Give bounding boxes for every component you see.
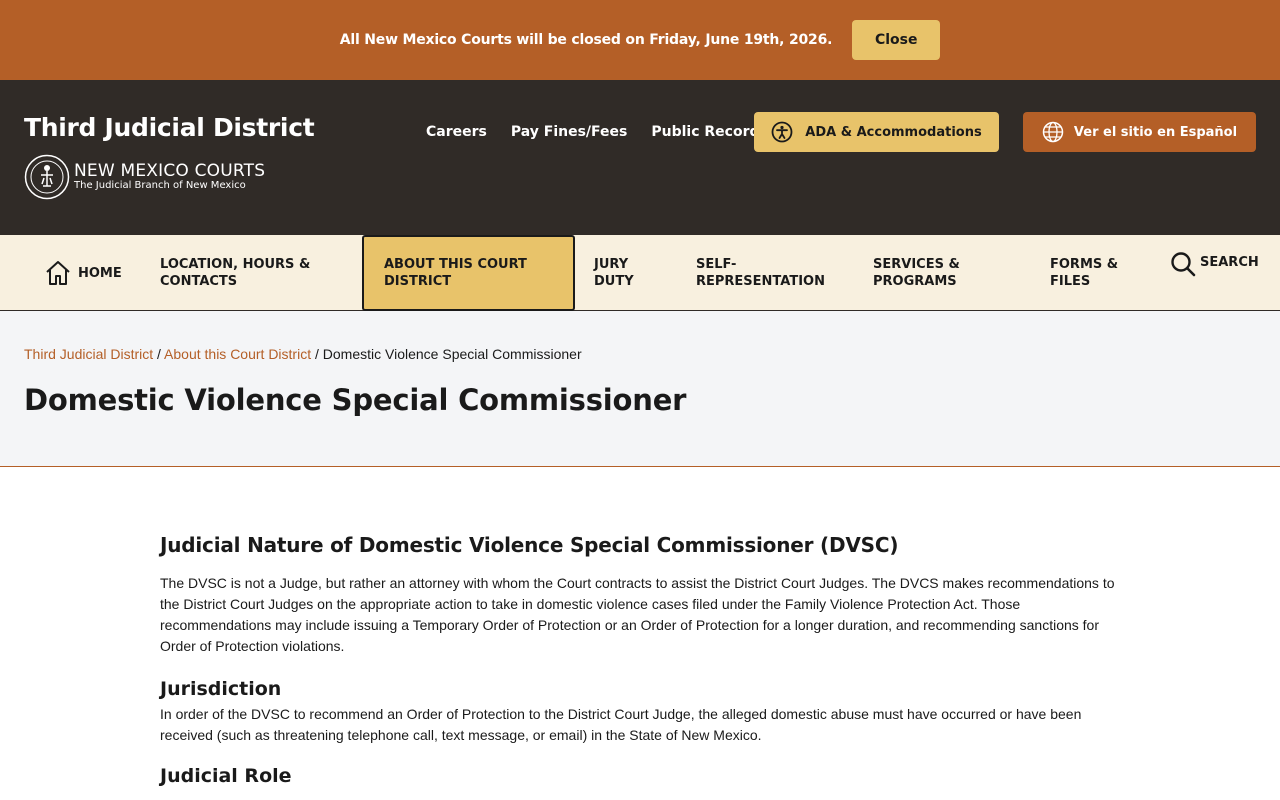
nav-self-representation[interactable]: SELF- REPRESENTATION — [696, 235, 825, 311]
logo-text-main: NEW MEXICO COURTS — [74, 161, 266, 181]
nav-location-line1: LOCATION, HOURS & — [160, 257, 311, 272]
main-content: Judicial Nature of Domestic Violence Spe… — [160, 467, 1120, 787]
close-alert-button[interactable]: Close — [852, 20, 941, 60]
alert-banner: All New Mexico Courts will be closed on … — [0, 0, 1280, 80]
ada-accommodations-button[interactable]: ADA & Accommodations — [754, 112, 999, 152]
public-records-link[interactable]: Public Records — [651, 124, 767, 140]
nav-home-label: HOME — [78, 265, 122, 281]
section-heading-jurisdiction: Jurisdiction — [160, 678, 282, 700]
breadcrumb-separator: / — [315, 346, 319, 362]
breadcrumb-separator: / — [157, 346, 161, 362]
search-icon — [1171, 252, 1196, 277]
accessibility-icon — [771, 121, 793, 143]
nav-self-line2: REPRESENTATION — [696, 274, 825, 289]
logo-text-sub: The Judicial Branch of New Mexico — [74, 180, 246, 191]
section-text-jurisdiction: In order of the DVSC to recommend an Ord… — [160, 706, 1082, 743]
nav-forms-line1: FORMS & — [1050, 257, 1119, 272]
nav-forms-line2: FILES — [1050, 274, 1091, 289]
nav-search[interactable]: SEARCH — [1170, 235, 1259, 311]
breadcrumb-home-link[interactable]: Third Judicial District — [24, 346, 153, 362]
nav-home[interactable]: HOME — [44, 235, 122, 311]
breadcrumb: Third Judicial District / About this Cou… — [24, 346, 582, 362]
nav-jury-line1: JURY — [594, 257, 629, 272]
utility-links: Careers Pay Fines/Fees Public Records — [426, 124, 768, 140]
nav-services-line1: SERVICES & — [873, 257, 960, 272]
nav-jury-duty[interactable]: JURY DUTY — [594, 235, 634, 311]
nav-about-court-district[interactable]: ABOUT THIS COURT DISTRICT — [362, 235, 575, 311]
espanol-label: Ver el sitio en Español — [1073, 124, 1238, 140]
main-nav: HOME LOCATION, HOURS & CONTACTS ABOUT TH… — [0, 235, 1280, 311]
alert-text: All New Mexico Courts will be closed on … — [339, 32, 833, 48]
nav-location-hours-contacts[interactable]: LOCATION, HOURS & CONTACTS — [160, 235, 310, 311]
nav-services-line2: PROGRAMS — [873, 274, 957, 289]
spanish-site-button[interactable]: Ver el sitio en Español — [1023, 112, 1256, 152]
page-header: Third Judicial District / About this Cou… — [0, 311, 1280, 467]
nav-jury-line2: DUTY — [594, 274, 634, 289]
nav-about-line1: ABOUT THIS COURT — [384, 257, 527, 272]
breadcrumb-about-link[interactable]: About this Court District — [164, 346, 311, 362]
section-heading-judicial-role: Judicial Role — [160, 765, 292, 787]
nav-location-line2: CONTACTS — [160, 274, 238, 289]
ada-label: ADA & Accommodations — [805, 124, 982, 140]
pay-fines-link[interactable]: Pay Fines/Fees — [511, 124, 628, 140]
court-seal-icon — [24, 154, 70, 200]
nav-self-line1: SELF- — [696, 257, 737, 272]
section-text-judicial-nature: The DVSC is not a Judge, but rather an a… — [160, 575, 1115, 654]
breadcrumb-current: Domestic Violence Special Commissioner — [322, 346, 582, 362]
home-icon — [46, 261, 70, 285]
page-title: Domestic Violence Special Commissioner — [24, 383, 687, 417]
nav-about-line2: DISTRICT — [384, 274, 452, 289]
careers-link[interactable]: Careers — [426, 124, 487, 140]
nm-courts-logo[interactable]: NEW MEXICO COURTS The Judicial Branch of… — [24, 154, 265, 200]
site-title[interactable]: Third Judicial District — [24, 113, 315, 142]
nav-search-label: SEARCH — [1200, 255, 1259, 270]
globe-icon — [1042, 121, 1064, 143]
section-heading-judicial-nature: Judicial Nature of Domestic Violence Spe… — [160, 533, 899, 557]
nav-forms-files[interactable]: FORMS & FILES — [1050, 235, 1118, 311]
nav-services-programs[interactable]: SERVICES & PROGRAMS — [873, 235, 960, 311]
